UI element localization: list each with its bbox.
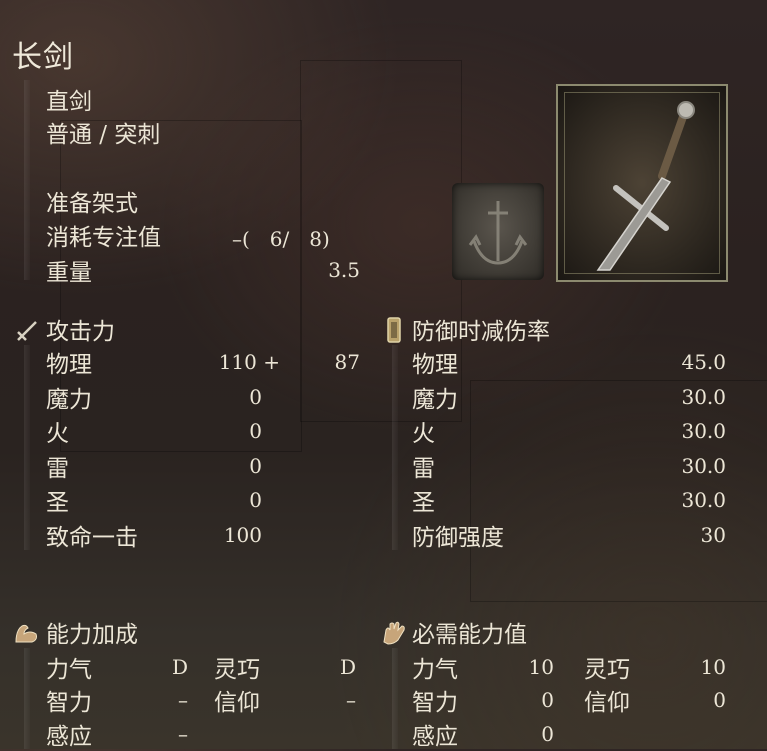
anchor-sword-emblem-icon	[468, 201, 528, 265]
attack-bonus-value: 87	[334, 350, 360, 374]
scaling-value: –	[346, 688, 356, 712]
requirements-header: 必需能力值	[412, 622, 527, 648]
attack-label: 魔力	[46, 387, 92, 413]
guard-header: 防御时减伤率	[412, 319, 550, 345]
weapon-image-frame	[556, 84, 728, 282]
requirement-label: 感应	[412, 724, 458, 750]
guard-label: 防御强度	[412, 525, 504, 551]
scaling-value: –	[178, 722, 188, 746]
attack-base-value: 0	[249, 488, 262, 512]
fp-cost-label: 消耗专注值	[46, 225, 161, 251]
divider-line	[24, 345, 30, 550]
attack-type: 普通 / 突刺	[46, 122, 161, 148]
scaling-label: 灵巧	[214, 657, 260, 683]
requirement-value: 0	[541, 722, 554, 746]
skill-emblem	[452, 183, 544, 280]
guard-label: 雷	[412, 456, 435, 482]
hand-icon	[383, 621, 405, 645]
requirement-value: 0	[541, 688, 554, 712]
attack-label: 火	[46, 421, 69, 447]
fp-cost-value: –( 6/ 8)	[232, 227, 330, 251]
requirement-value: 10	[700, 655, 726, 679]
guard-label: 魔力	[412, 387, 458, 413]
item-name: 长剑	[12, 40, 74, 75]
requirement-label: 智力	[412, 690, 458, 716]
scaling-label: 信仰	[214, 690, 260, 716]
scaling-value: D	[339, 655, 356, 679]
attack-label: 雷	[46, 456, 69, 482]
guard-value: 30.0	[681, 385, 726, 409]
longsword-icon	[596, 101, 695, 271]
guard-value: 30	[700, 523, 726, 547]
attack-header: 攻击力	[46, 319, 115, 345]
divider-line	[392, 648, 398, 749]
attack-base-value: 0	[249, 419, 262, 443]
scaling-label: 智力	[46, 690, 92, 716]
guard-label: 火	[412, 421, 435, 447]
requirement-value: 10	[528, 655, 554, 679]
weapon-type: 直剑	[46, 89, 92, 115]
attack-base-value: 0	[249, 454, 262, 478]
guard-value: 30.0	[681, 488, 726, 512]
requirement-label: 信仰	[584, 690, 630, 716]
arm-flex-icon	[15, 624, 37, 643]
scaling-value: –	[178, 688, 188, 712]
requirement-label: 灵巧	[584, 657, 630, 683]
guard-value: 30.0	[681, 419, 726, 443]
skill-name: 准备架式	[46, 191, 138, 217]
shield-icon	[387, 317, 401, 343]
scaling-value: D	[171, 655, 188, 679]
scaling-header: 能力加成	[46, 622, 138, 648]
divider-line	[24, 80, 30, 280]
sword-icon	[17, 321, 37, 341]
requirement-value: 0	[713, 688, 726, 712]
attack-base-value: 110 +	[218, 350, 280, 374]
guard-value: 30.0	[681, 454, 726, 478]
weight-label: 重量	[46, 260, 92, 286]
attack-label: 圣	[46, 490, 69, 516]
divider-line	[392, 345, 398, 550]
requirement-label: 力气	[412, 657, 458, 683]
attack-base-value: 100	[223, 523, 262, 547]
attack-label: 致命一击	[46, 525, 138, 551]
divider-line	[24, 648, 30, 749]
attack-base-value: 0	[249, 385, 262, 409]
weight-value: 3.5	[328, 258, 360, 282]
scaling-label: 力气	[46, 657, 92, 683]
guard-value: 45.0	[681, 350, 726, 374]
guard-label: 圣	[412, 490, 435, 516]
guard-label: 物理	[412, 352, 458, 378]
attack-label: 物理	[46, 352, 92, 378]
scaling-label: 感应	[46, 724, 92, 750]
